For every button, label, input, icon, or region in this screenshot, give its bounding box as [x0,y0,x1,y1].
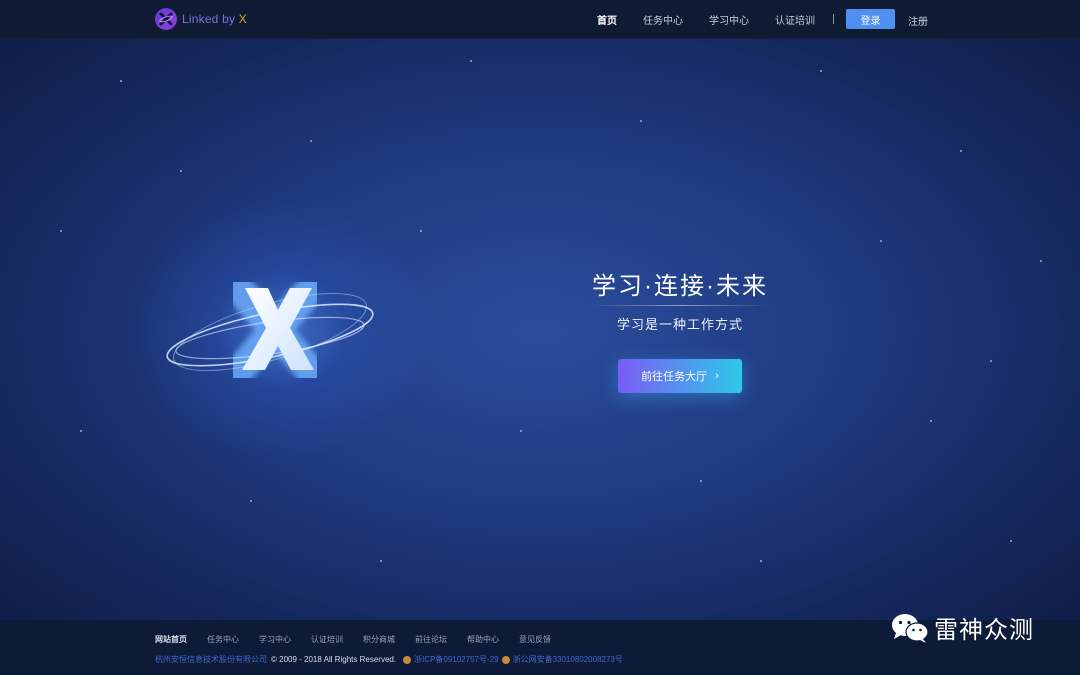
star [960,150,962,152]
star [60,230,62,232]
star [990,360,992,362]
wechat-icon [892,613,929,643]
star [120,80,122,82]
top-navbar: Linked by X 首页 任务中心 学习中心 认证培训 登录 注册 [0,0,1080,39]
watermark-text: 雷神众测 [934,617,1034,644]
logo-x-icon [155,8,177,30]
icp-link[interactable]: 浙ICP备09102757号-29 [414,654,499,665]
star [1040,260,1042,262]
nav-item-home[interactable]: 首页 [597,12,617,27]
star [820,70,822,72]
footer-link-learning-center[interactable]: 学习中心 [259,634,291,645]
nav-separator [833,14,834,24]
police-badge-icon [501,655,510,664]
star [640,120,642,122]
register-link[interactable]: 注册 [908,13,928,28]
footer-legal: 杭州安恒信息技术股份有限公司 © 2009 - 2018 All Rights … [155,654,623,665]
police-record-link[interactable]: 浙公网安备33010802008273号 [513,654,623,665]
footer-links: 网站首页 任务中心 学习中心 认证培训 积分商城 前往论坛 帮助中心 意见反馈 [155,634,571,645]
star [700,480,702,482]
footer-link-task-center[interactable]: 任务中心 [207,634,239,645]
logo-text: Linked by X [182,12,247,26]
star [380,560,382,562]
logo[interactable]: Linked by X [155,8,247,30]
star [930,420,932,422]
logo-accent: X [238,12,247,26]
footer-link-certification[interactable]: 认证培训 [311,634,343,645]
nav-item-learning-center[interactable]: 学习中心 [709,12,749,27]
copyright-text: © 2009 - 2018 All Rights Reserved. [271,655,397,664]
star [180,170,182,172]
go-to-task-hall-button[interactable]: 前往任务大厅 › [618,359,742,393]
star [880,240,882,242]
star [520,430,522,432]
star [470,60,472,62]
footer-link-help[interactable]: 帮助中心 [467,634,499,645]
star [250,500,252,502]
nav-item-certification-training[interactable]: 认证培训 [775,12,815,27]
icp-badge-icon [403,655,412,664]
hero-title: 学习·连接·未来 [592,273,768,300]
star [80,430,82,432]
main-nav: 首页 任务中心 学习中心 认证培训 [597,0,834,38]
hero-subtitle: 学习是一种工作方式 [616,317,743,332]
footer-link-points-mall[interactable]: 积分商城 [363,634,395,645]
watermark: 雷神众测 [890,610,1034,645]
cta-label: 前往任务大厅 [641,371,708,383]
nav-item-task-center[interactable]: 任务中心 [643,12,683,27]
hero-divider [590,305,770,306]
footer-link-feedback[interactable]: 意见反馈 [519,634,551,645]
chevron-right-icon: › [715,370,719,382]
company-link[interactable]: 杭州安恒信息技术股份有限公司 [155,654,267,665]
star [310,140,312,142]
hero-x-logo-icon [160,268,380,405]
star [1010,540,1012,542]
footer-link-forum[interactable]: 前往论坛 [415,634,447,645]
page: Linked by X 首页 任务中心 学习中心 认证培训 登录 注册 学习·连… [0,0,1080,675]
footer-link-home[interactable]: 网站首页 [155,634,187,645]
login-button[interactable]: 登录 [846,9,895,29]
star [760,560,762,562]
